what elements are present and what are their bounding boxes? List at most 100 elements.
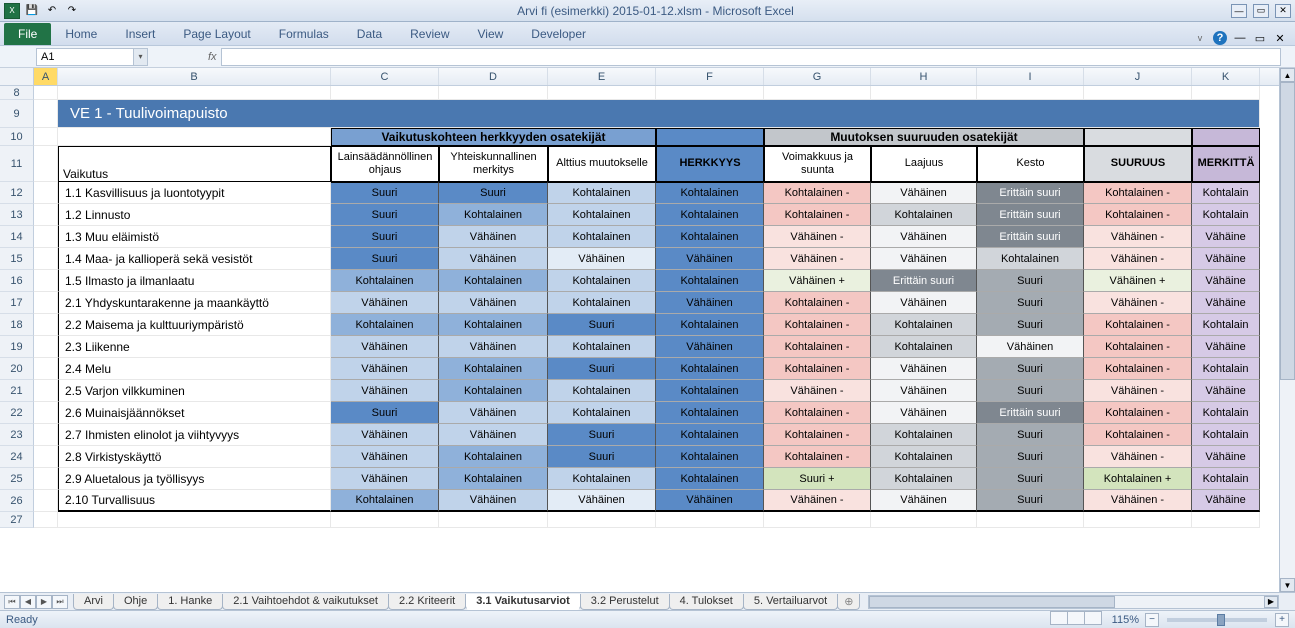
col-header-B[interactable]: B [58,68,331,85]
ribbon-options-icon[interactable]: v [1193,31,1207,45]
col-header-C[interactable]: C [331,68,439,85]
cell-j[interactable]: Kohtalainen - [1084,182,1192,204]
cell-j[interactable]: Kohtalainen - [1084,402,1192,424]
ribbon-tab-pagelayout[interactable]: Page Layout [169,23,264,45]
cell-i[interactable]: Suuri [977,358,1084,380]
subhdr-h[interactable]: Laajuus [871,146,977,182]
cell-j[interactable]: Kohtalainen - [1084,358,1192,380]
cell-c[interactable]: Vähäinen [331,468,439,490]
cell-c[interactable]: Suuri [331,226,439,248]
sheet-tab[interactable]: 3.2 Perustelut [580,594,670,610]
col-header-K[interactable]: K [1192,68,1260,85]
row-header[interactable]: 16 [0,270,34,292]
cell[interactable] [1192,86,1260,100]
subhdr-g[interactable]: Voimakkuus ja suunta [764,146,871,182]
impact-label[interactable]: 1.1 Kasvillisuus ja luontotyypit [58,182,331,204]
cell-f[interactable]: Vähäinen [656,248,764,270]
impact-label[interactable]: 2.7 Ihmisten elinolot ja viihtyvyys [58,424,331,446]
cell[interactable] [331,512,439,528]
cell[interactable] [977,86,1084,100]
sheet-nav-last-icon[interactable]: ⏭ [52,595,68,609]
zoom-in-button[interactable]: + [1275,613,1289,627]
cell-h[interactable]: Kohtalainen [871,446,977,468]
cell-h[interactable]: Vähäinen [871,182,977,204]
cell[interactable] [34,490,58,512]
name-box[interactable]: A1 ▾ [36,48,148,66]
maximize-button[interactable]: ▭ [1253,4,1269,18]
impact-label[interactable]: 2.5 Varjon vilkkuminen [58,380,331,402]
ribbon-tab-view[interactable]: View [464,23,518,45]
cell-g[interactable]: Kohtalainen - [764,402,871,424]
zoom-out-button[interactable]: − [1145,613,1159,627]
cell-c[interactable]: Vähäinen [331,292,439,314]
cell-k[interactable]: Vähäine [1192,446,1260,468]
cell-k[interactable]: Vähäine [1192,292,1260,314]
zoom-slider[interactable] [1167,618,1267,622]
row-header[interactable]: 13 [0,204,34,226]
cell-e[interactable]: Kohtalainen [548,204,656,226]
cell-j[interactable]: Vähäinen - [1084,226,1192,248]
file-tab[interactable]: File [4,23,51,45]
impact-label[interactable]: 2.1 Yhdyskuntarakenne ja maankäyttö [58,292,331,314]
impact-label[interactable]: 2.4 Melu [58,358,331,380]
cell-j[interactable]: Vähäinen - [1084,446,1192,468]
insert-sheet-icon[interactable]: ⊕ [837,594,860,610]
cell-g[interactable]: Kohtalainen - [764,292,871,314]
cell[interactable] [58,128,331,146]
window-min-icon[interactable]: — [1233,31,1247,45]
help-icon[interactable]: ? [1213,31,1227,45]
subhdr-i[interactable]: Kesto [977,146,1084,182]
formula-input[interactable] [221,48,1281,66]
row-header[interactable]: 26 [0,490,34,512]
vscroll-thumb[interactable] [1280,82,1295,380]
cell-c[interactable]: Kohtalainen [331,270,439,292]
col-header-D[interactable]: D [439,68,548,85]
row-header[interactable]: 14 [0,226,34,248]
cell-d[interactable]: Vähäinen [439,490,548,512]
cell[interactable] [656,128,764,146]
cell-d[interactable]: Vähäinen [439,248,548,270]
cell-k[interactable]: Kohtalain [1192,314,1260,336]
sheet-nav-prev-icon[interactable]: ◀ [20,595,36,609]
row-header[interactable]: 23 [0,424,34,446]
grid[interactable]: 89VE 1 - Tuulivoimapuisto10Vaikutuskohte… [0,86,1295,592]
cell-h[interactable]: Vähäinen [871,490,977,512]
cell-g[interactable]: Kohtalainen - [764,314,871,336]
cell-i[interactable]: Erittäin suuri [977,182,1084,204]
cell-j[interactable]: Vähäinen - [1084,248,1192,270]
cell-k[interactable]: Kohtalain [1192,424,1260,446]
cell-d[interactable]: Vähäinen [439,336,548,358]
cell-i[interactable]: Erittäin suuri [977,226,1084,248]
row-header[interactable]: 10 [0,128,34,146]
cell[interactable] [34,86,58,100]
subhdr-e[interactable]: Alttius muutokselle [548,146,656,182]
cell[interactable] [34,314,58,336]
cell-i[interactable]: Suuri [977,380,1084,402]
cell-e[interactable]: Vähäinen [548,490,656,512]
impact-label[interactable]: 2.8 Virkistyskäyttö [58,446,331,468]
row-header[interactable]: 21 [0,380,34,402]
impact-label[interactable]: 2.2 Maisema ja kulttuuriympäristö [58,314,331,336]
cell-c[interactable]: Vähäinen [331,380,439,402]
close-button[interactable]: ✕ [1275,4,1291,18]
ribbon-tab-developer[interactable]: Developer [517,23,600,45]
cell-f[interactable]: Kohtalainen [656,446,764,468]
cell-h[interactable]: Vähäinen [871,248,977,270]
row-header[interactable]: 27 [0,512,34,528]
col-header-I[interactable]: I [977,68,1084,85]
col-header-J[interactable]: J [1084,68,1192,85]
cell-g[interactable]: Kohtalainen - [764,204,871,226]
row-header[interactable]: 11 [0,146,34,182]
cell[interactable] [34,512,58,528]
cell[interactable] [34,402,58,424]
cell-i[interactable]: Suuri [977,490,1084,512]
cell-h[interactable]: Vähäinen [871,358,977,380]
cell[interactable] [58,86,331,100]
impact-label[interactable]: 2.10 Turvallisuus [58,490,331,512]
row-header[interactable]: 9 [0,100,34,128]
row-header[interactable]: 15 [0,248,34,270]
row-header[interactable]: 17 [0,292,34,314]
cell-h[interactable]: Vähäinen [871,226,977,248]
cell[interactable] [34,100,58,128]
ribbon-tab-data[interactable]: Data [343,23,396,45]
